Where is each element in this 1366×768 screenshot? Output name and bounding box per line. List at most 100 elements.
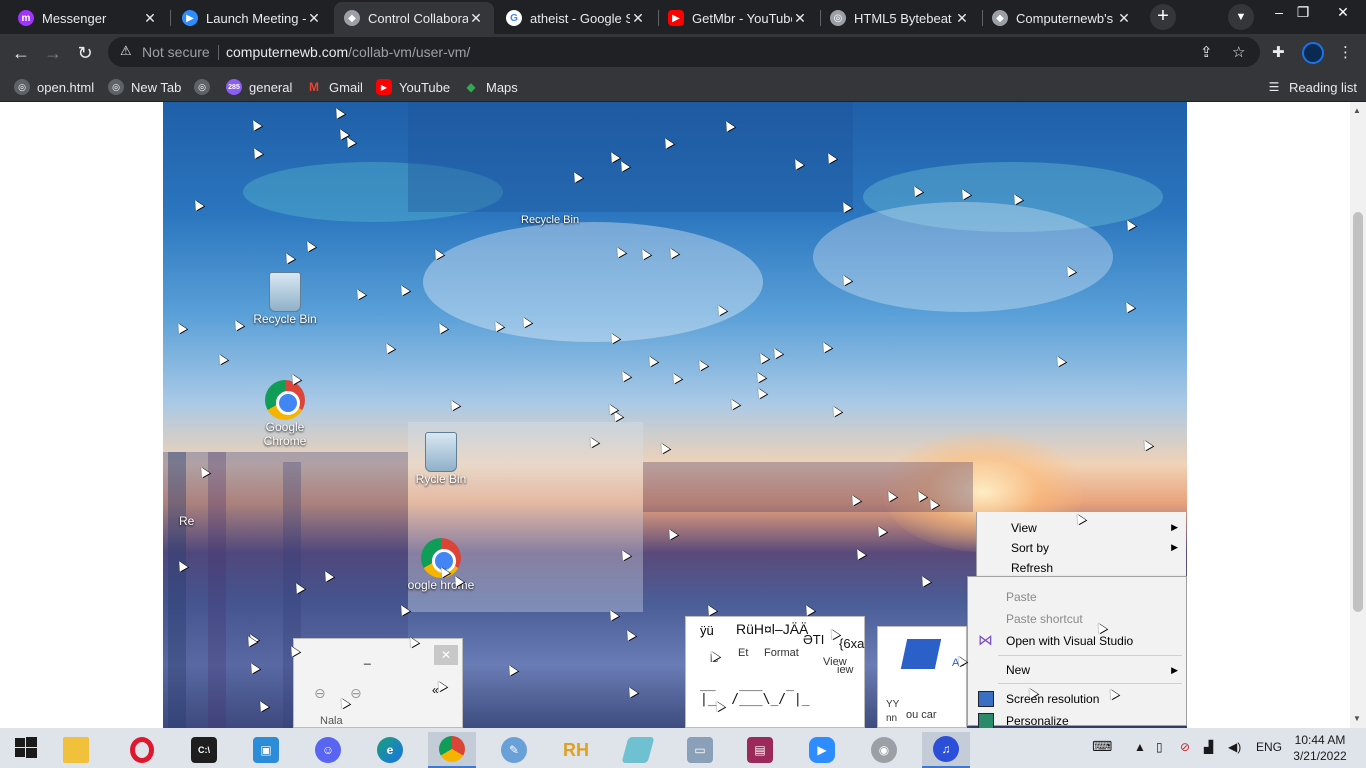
- new-tab-button[interactable]: +: [1150, 4, 1176, 30]
- taskbar-opera[interactable]: [118, 732, 166, 768]
- taskbar-audacity[interactable]: ♫: [922, 732, 970, 768]
- globe-icon: ◎: [194, 79, 210, 95]
- tab-search-button[interactable]: ▼: [1228, 4, 1254, 30]
- bookmark-maps[interactable]: ◆ Maps: [463, 77, 517, 97]
- taskbar-zoom[interactable]: ▶: [798, 732, 846, 768]
- bookmark-youtube[interactable]: ▶ YouTube: [376, 77, 450, 97]
- tab-youtube[interactable]: ▶ GetMbr - YouTube ✕: [658, 2, 818, 34]
- scroll-thumb[interactable]: [1353, 212, 1363, 612]
- tab-collabvm[interactable]: ◆ Control Collaborat ✕: [334, 2, 494, 34]
- taskbar-rh[interactable]: RH: [552, 732, 600, 768]
- submenu-arrow-icon: ▶: [1171, 542, 1178, 552]
- menu-item-format[interactable]: Format: [764, 647, 799, 659]
- taskbar-monitor-app[interactable]: ▭: [676, 732, 724, 768]
- reading-list-button[interactable]: ☰ Reading list: [1266, 77, 1357, 97]
- taskbar-terminal[interactable]: C:\: [180, 732, 228, 768]
- chevron-up-icon[interactable]: ▲: [1134, 740, 1146, 754]
- discord-badge-icon: 285: [226, 79, 242, 95]
- extensions-icon[interactable]: ✚: [1272, 43, 1285, 61]
- start-button[interactable]: [2, 730, 50, 766]
- app-window-fragment[interactable]: YY nn ou car Ac: [877, 626, 967, 728]
- taskbar-speaker-app[interactable]: ◉: [860, 732, 908, 768]
- taskbar-edge[interactable]: e: [366, 732, 414, 768]
- scroll-down-icon[interactable]: ▼: [1353, 714, 1361, 723]
- forward-button[interactable]: →: [38, 38, 68, 68]
- close-icon[interactable]: ✕: [142, 10, 158, 27]
- context-menu-item-new[interactable]: New: [1006, 660, 1030, 680]
- taskbar-chrome[interactable]: [428, 732, 476, 768]
- close-icon[interactable]: ✕: [954, 10, 970, 27]
- tab-zoom[interactable]: ▶ Launch Meeting - ✕: [172, 2, 332, 34]
- vm-display[interactable]: Recycle Bin Google Chrome Rycle Bin oogl…: [163, 102, 1187, 728]
- zoom-icon: ▶: [809, 737, 835, 763]
- no-network-icon[interactable]: ⊘: [1180, 740, 1190, 754]
- back-button[interactable]: ←: [6, 38, 36, 68]
- tab-bytebeat[interactable]: ◎ HTML5 Bytebeat ✕: [820, 2, 980, 34]
- minimize-icon[interactable]: _: [364, 651, 371, 665]
- close-icon[interactable]: ✕: [630, 10, 646, 27]
- taskbar-discord[interactable]: ☺: [304, 732, 352, 768]
- close-icon[interactable]: ✕: [1116, 10, 1132, 27]
- page-scrollbar[interactable]: ▲ ▼: [1350, 102, 1366, 728]
- close-icon[interactable]: ✕: [792, 10, 808, 27]
- warning-icon[interactable]: ⚠: [120, 43, 132, 59]
- keyboard-icon[interactable]: ⌨: [1092, 738, 1112, 755]
- window-title: RüH¤l–JÄÄ: [736, 621, 809, 637]
- close-icon[interactable]: ✕: [306, 10, 322, 27]
- device-icon[interactable]: ▯: [1156, 740, 1163, 754]
- clock-time: 10:44 AM: [1294, 733, 1346, 747]
- taskbar-winrar[interactable]: ▤: [736, 732, 784, 768]
- system-clock[interactable]: 10:44 AM 3/21/2022: [1290, 732, 1350, 764]
- share-icon[interactable]: ⇪: [1200, 43, 1213, 61]
- winrar-icon: ▤: [747, 737, 773, 763]
- menu-item-edit[interactable]: Et: [738, 647, 748, 659]
- menu-kebab-icon[interactable]: ⋮: [1338, 43, 1353, 61]
- close-icon[interactable]: ✕: [468, 10, 484, 27]
- bookmark-star-icon[interactable]: ☆: [1232, 43, 1245, 61]
- context-menu-item-sort-by[interactable]: Sort by: [1011, 538, 1049, 558]
- bookmark-gmail[interactable]: M Gmail: [306, 77, 363, 97]
- gmail-icon: M: [309, 80, 319, 94]
- back-arrow-icon[interactable]: ⊖: [314, 685, 326, 702]
- security-label[interactable]: Not secure: [142, 44, 210, 60]
- taskbar-file-explorer[interactable]: [52, 732, 100, 768]
- display-icon: [978, 691, 994, 707]
- context-menu-item-screen-resolution[interactable]: Screen resolution: [1006, 689, 1099, 709]
- bookmark-unnamed[interactable]: ◎: [194, 77, 217, 97]
- bookmark-general[interactable]: 285 general: [226, 77, 292, 97]
- url-text[interactable]: computernewb.com/collab-vm/user-vm/: [226, 44, 470, 60]
- taskbar-eraser-app[interactable]: [614, 732, 662, 768]
- scroll-up-icon[interactable]: ▲: [1353, 106, 1361, 115]
- context-menu-item-personalize[interactable]: Personalize: [1006, 711, 1069, 728]
- desktop-icon-recycle-bin[interactable]: Recycle Bin: [245, 272, 325, 326]
- bookmark-label: New Tab: [131, 79, 182, 95]
- reload-button[interactable]: ↻: [70, 38, 100, 68]
- signal-icon[interactable]: ▟: [1204, 740, 1213, 754]
- audacity-icon: ♫: [933, 736, 959, 762]
- tab-computernewb[interactable]: ◆ Computernewb's I ✕: [982, 2, 1142, 34]
- youtube-icon: ▶: [376, 79, 392, 95]
- close-window-button[interactable]: ✕: [1320, 0, 1366, 32]
- address-bar[interactable]: ⚠ Not secure computernewb.com/collab-vm/…: [108, 37, 1260, 67]
- profile-avatar[interactable]: [1302, 42, 1324, 64]
- volume-icon[interactable]: ◀): [1228, 740, 1241, 754]
- context-menu-item-paste-shortcut[interactable]: Paste shortcut: [1006, 609, 1083, 629]
- context-menu-item-open-with-visual-studio[interactable]: Open with Visual Studio: [1006, 631, 1133, 651]
- desktop-icon-chrome[interactable]: Google Chrome: [245, 380, 325, 448]
- tab-google-search[interactable]: G atheist - Google S ✕: [496, 2, 656, 34]
- tab-messenger[interactable]: m Messenger ✕: [8, 2, 168, 34]
- bookmark-new-tab[interactable]: ◎ New Tab: [108, 77, 181, 97]
- context-menu-item-paste[interactable]: Paste: [1006, 587, 1037, 607]
- desktop-icon-recycle-bin-ghost[interactable]: Rycle Bin: [401, 432, 481, 486]
- bookmark-open-html[interactable]: ◎ open.html: [14, 77, 94, 97]
- taskbar-paint[interactable]: ✎: [490, 732, 538, 768]
- desktop-icon-label: Google Chrome: [263, 420, 307, 448]
- close-icon[interactable]: ✕: [434, 645, 458, 665]
- forward-arrow-icon[interactable]: ⊖: [350, 685, 362, 702]
- language-indicator[interactable]: ENG: [1256, 740, 1282, 754]
- taskbar-network-app[interactable]: ▣: [242, 732, 290, 768]
- context-menu-item-view[interactable]: View: [1011, 518, 1037, 538]
- context-menu-item-refresh[interactable]: Refresh: [1011, 558, 1053, 578]
- bookmark-label: general: [249, 79, 293, 95]
- paint-icon: ✎: [501, 737, 527, 763]
